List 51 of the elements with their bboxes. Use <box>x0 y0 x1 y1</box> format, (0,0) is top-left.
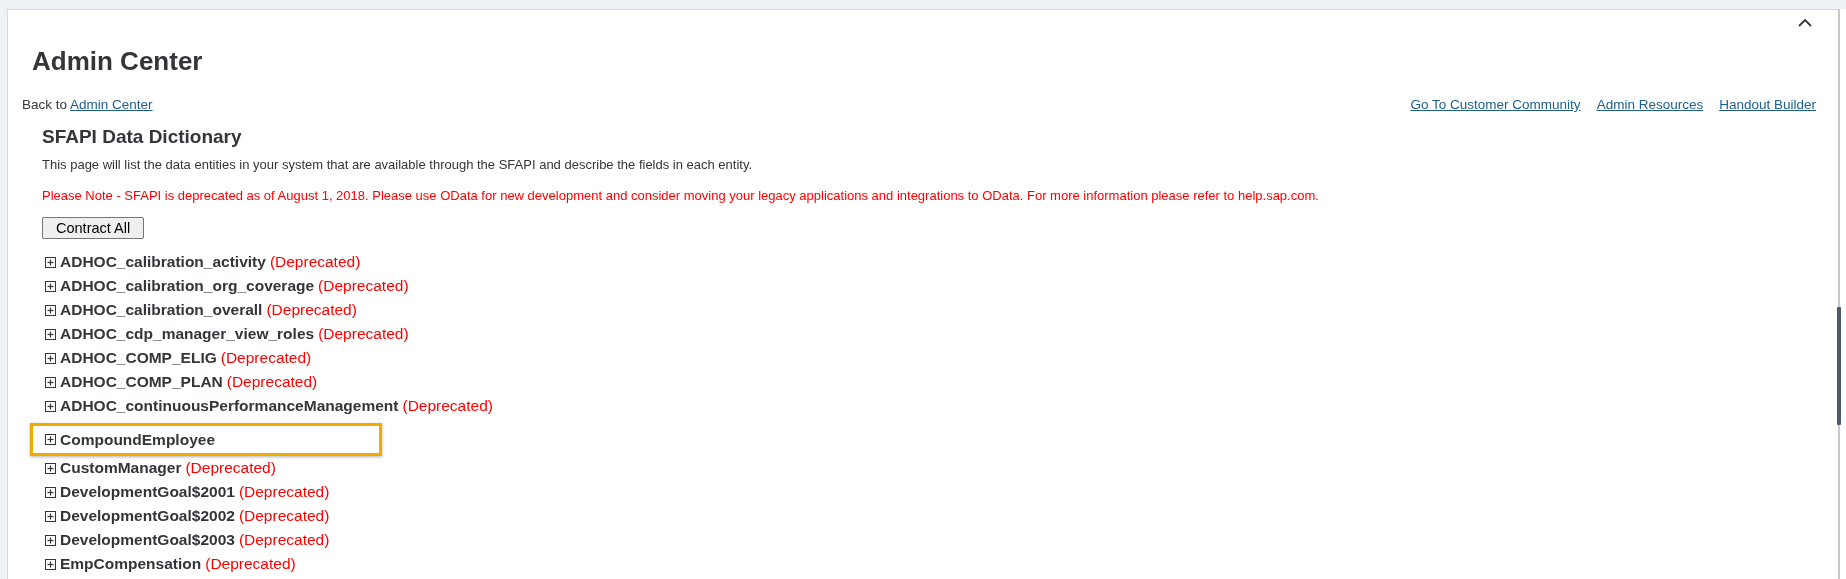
deprecated-label: (Deprecated) <box>185 459 276 477</box>
deprecated-label: (Deprecated) <box>269 253 361 271</box>
section-title: SFAPI Data Dictionary <box>42 126 243 148</box>
deprecated-label: (Deprecated) <box>402 397 493 415</box>
expand-icon[interactable] <box>45 400 56 412</box>
expand-icon[interactable] <box>45 486 56 498</box>
description-text: This page will list the data entities in your system that are available through the SFAPI and describe the fields in each entity. <box>42 157 754 172</box>
entity-name[interactable]: EmpCompensation <box>60 555 202 573</box>
entity-name[interactable]: ADHOC_calibration_overall <box>60 301 263 319</box>
deprecated-label: (Deprecated) <box>238 483 330 501</box>
header-link[interactable]: Go To Customer Community <box>1410 97 1581 112</box>
deprecated-label: (Deprecated) <box>266 301 357 319</box>
entity-name[interactable]: ADHOC_calibration_org_coverage <box>60 277 315 295</box>
entity-name[interactable]: DevelopmentGoal$2001 <box>60 483 235 501</box>
expand-icon[interactable] <box>45 462 56 474</box>
expand-icon[interactable] <box>45 558 56 570</box>
deprecated-label: (Deprecated) <box>318 325 409 343</box>
entity-name[interactable]: CustomManager <box>60 459 182 477</box>
entity-name[interactable]: ADHOC_continuousPerformanceManagement <box>60 397 399 415</box>
entity-name[interactable]: DevelopmentGoal$2003 <box>60 531 235 549</box>
deprecated-label: (Deprecated) <box>226 373 318 391</box>
entity-name[interactable]: CompoundEmployee <box>60 430 215 449</box>
scrollbar-thumb[interactable] <box>1837 307 1841 425</box>
contract-all-button[interactable]: Contract All <box>42 217 145 239</box>
expand-icon[interactable] <box>45 534 56 546</box>
page-title: Admin Center <box>32 46 204 77</box>
back-label: Back to <box>22 97 68 112</box>
header-link[interactable]: Handout Builder <box>1719 97 1816 112</box>
header-link[interactable]: Admin Resources <box>1596 97 1704 112</box>
deprecated-label: (Deprecated) <box>318 277 409 295</box>
deprecated-label: (Deprecated) <box>238 507 330 525</box>
expand-icon[interactable] <box>45 434 56 445</box>
back-link[interactable]: Admin Center <box>70 97 153 112</box>
scrollbar[interactable] <box>1838 9 1846 579</box>
entity-name[interactable]: ADHOC_calibration_activity <box>60 253 266 271</box>
expand-icon[interactable] <box>45 376 56 388</box>
expand-icon[interactable] <box>45 280 56 292</box>
entity-name[interactable]: DevelopmentGoal$2002 <box>60 507 235 525</box>
entity-name[interactable]: ADHOC_cdp_manager_view_roles <box>60 325 315 343</box>
entity-name[interactable]: ADHOC_COMP_PLAN <box>60 373 223 391</box>
expand-icon[interactable] <box>45 352 56 364</box>
deprecated-label: (Deprecated) <box>205 555 296 573</box>
deprecation-note: Please Note - SFAPI is deprecated as of August 1, 2018. Please use OData for new development and consider moving your legacy applications and integrations to OData. For more information please refer to help.sap.com. <box>42 188 1320 203</box>
chevron-up-icon[interactable] <box>1798 18 1812 27</box>
expand-icon[interactable] <box>45 328 56 340</box>
entity-name[interactable]: ADHOC_COMP_ELIG <box>60 349 217 367</box>
expand-icon[interactable] <box>45 304 56 316</box>
expand-icon[interactable] <box>45 256 56 268</box>
deprecated-label: (Deprecated) <box>220 349 312 367</box>
expand-icon[interactable] <box>45 510 56 522</box>
deprecated-label: (Deprecated) <box>238 531 330 549</box>
